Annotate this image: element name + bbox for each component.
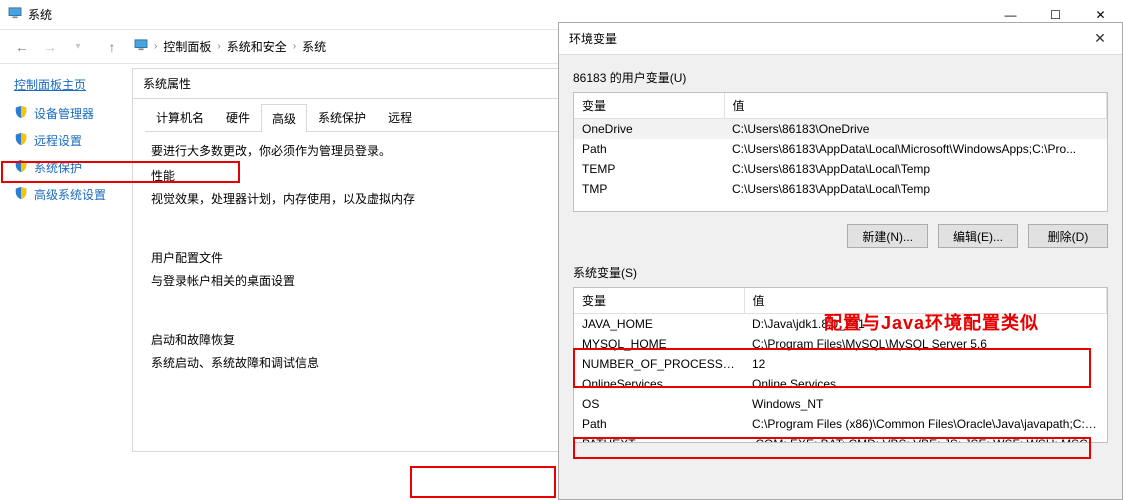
var-name: OS [574,394,744,414]
sidebar-item-label: 远程设置 [34,132,82,149]
breadcrumb: › 控制面板 › 系统和安全 › 系统 [134,38,326,55]
sidebar-item-device-manager[interactable]: 设备管理器 [14,105,122,122]
tab-advanced[interactable]: 高级 [261,104,307,132]
sys-vars-label: 系统变量(S) [573,264,1108,281]
var-value: 12 [744,354,1107,374]
var-name: NUMBER_OF_PROCESSORS [574,354,744,374]
var-name: TMP [574,179,724,199]
env-dialog-title: 环境变量 [569,30,617,47]
user-vars-buttons: 新建(N)... 编辑(E)... 删除(D) [573,212,1108,264]
sidebar-home-link[interactable]: 控制面板主页 [14,76,122,93]
table-row[interactable]: PathC:\Program Files (x86)\Common Files\… [574,414,1107,434]
nav-forward-button[interactable]: → [36,33,64,61]
shield-icon [14,186,28,203]
nav-recent-dropdown[interactable]: ▾ [64,33,92,61]
var-value: C:\Users\86183\AppData\Local\Temp [724,179,1107,199]
var-value: C:\Program Files (x86)\Common Files\Orac… [744,414,1107,434]
tab-protection[interactable]: 系统保护 [307,103,377,131]
table-row[interactable]: OneDriveC:\Users\86183\OneDrive [574,119,1107,140]
var-name: PATHEXT [574,434,744,443]
var-value: C:\Users\86183\AppData\Local\Temp [724,159,1107,179]
table-row[interactable]: PATHEXT.COM;.EXE;.BAT;.CMD;.VBS;.VBE;.JS… [574,434,1107,443]
sidebar-item-label: 系统保护 [34,159,82,176]
chevron-right-icon: › [217,41,220,52]
var-name: TEMP [574,159,724,179]
col-var[interactable]: 变量 [574,288,744,314]
table-row[interactable]: NUMBER_OF_PROCESSORS12 [574,354,1107,374]
var-name: OnlineServices [574,374,744,394]
env-dialog-close-button[interactable]: ✕ [1088,30,1112,47]
var-name: OneDrive [574,119,724,140]
breadcrumb-icon [134,39,148,54]
nav-back-button[interactable]: ← [8,33,36,61]
breadcrumb-root[interactable]: 控制面板 [163,38,211,55]
user-edit-button[interactable]: 编辑(E)... [938,224,1018,248]
tab-remote[interactable]: 远程 [377,103,423,131]
var-name: JAVA_HOME [574,314,744,335]
table-row[interactable]: OSWindows_NT [574,394,1107,414]
user-vars-label: 86183 的用户变量(U) [573,69,1108,86]
shield-icon [14,159,28,176]
table-row[interactable]: TEMPC:\Users\86183\AppData\Local\Temp [574,159,1107,179]
annotation-text: 配置与Java环境配置类似 [824,309,1039,335]
user-delete-button[interactable]: 删除(D) [1028,224,1108,248]
user-vars-table[interactable]: 变量 值 OneDriveC:\Users\86183\OneDrivePath… [573,92,1108,212]
shield-icon [14,132,28,149]
var-name: MYSQL_HOME [574,334,744,354]
var-name: Path [574,139,724,159]
sidebar-item-label: 高级系统设置 [34,186,106,203]
user-new-button[interactable]: 新建(N)... [847,224,928,248]
system-icon [8,7,22,22]
var-value: C:\Program Files\MySQL\MySQL Server 5.6 [744,334,1107,354]
env-dialog-titlebar: 环境变量 ✕ [559,23,1122,55]
breadcrumb-leaf[interactable]: 系统 [302,38,326,55]
var-value: .COM;.EXE;.BAT;.CMD;.VBS;.VBE;.JS;.JSE;.… [744,434,1107,443]
chevron-right-icon: › [293,41,296,52]
table-row[interactable]: MYSQL_HOMEC:\Program Files\MySQL\MySQL S… [574,334,1107,354]
var-value: C:\Users\86183\AppData\Local\Microsoft\W… [724,139,1107,159]
env-dialog: 环境变量 ✕ 86183 的用户变量(U) 变量 值 OneDriveC:\Us… [558,22,1123,500]
var-value: C:\Users\86183\OneDrive [724,119,1107,140]
sidebar-item-advanced[interactable]: 高级系统设置 [14,186,122,203]
tab-computer-name[interactable]: 计算机名 [145,103,215,131]
window-title: 系统 [28,6,52,23]
sidebar-item-protection[interactable]: 系统保护 [14,159,122,176]
sidebar-item-remote[interactable]: 远程设置 [14,132,122,149]
var-name: Path [574,414,744,434]
table-row[interactable]: PathC:\Users\86183\AppData\Local\Microso… [574,139,1107,159]
props-title: 系统属性 [143,75,191,92]
sidebar: 控制面板主页 设备管理器 远程设置 系统保护 高级系统设置 [0,64,130,500]
nav-up-button[interactable]: ↑ [98,33,126,61]
breadcrumb-mid[interactable]: 系统和安全 [227,38,287,55]
col-val[interactable]: 值 [724,93,1107,119]
sidebar-item-label: 设备管理器 [34,105,94,122]
table-row[interactable]: TMPC:\Users\86183\AppData\Local\Temp [574,179,1107,199]
chevron-right-icon: › [154,41,157,52]
var-value: Windows_NT [744,394,1107,414]
table-row[interactable]: OnlineServicesOnline Services [574,374,1107,394]
var-value: Online Services [744,374,1107,394]
shield-icon [14,105,28,122]
tab-hardware[interactable]: 硬件 [215,103,261,131]
col-var[interactable]: 变量 [574,93,724,119]
